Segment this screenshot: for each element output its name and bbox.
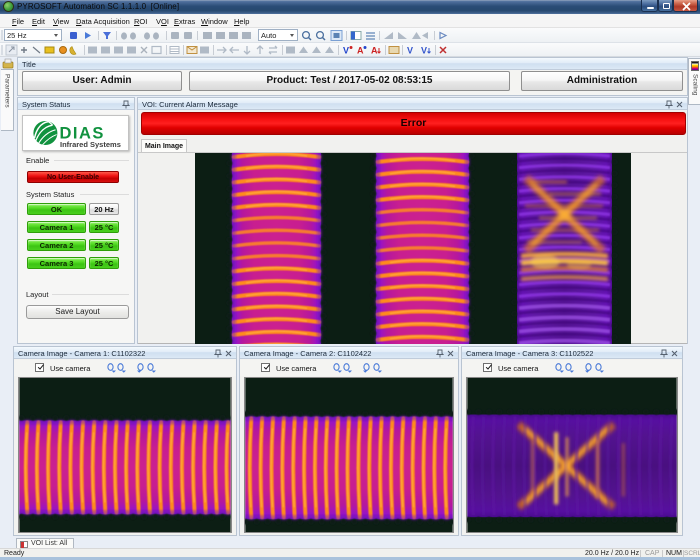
svg-text:Infrared Systems: Infrared Systems [60,140,121,149]
svg-text:A: A [371,46,378,56]
svg-text:V: V [407,46,413,56]
svg-text:V: V [421,46,427,56]
svg-text:V: V [343,46,349,56]
svg-text:A: A [357,46,364,56]
